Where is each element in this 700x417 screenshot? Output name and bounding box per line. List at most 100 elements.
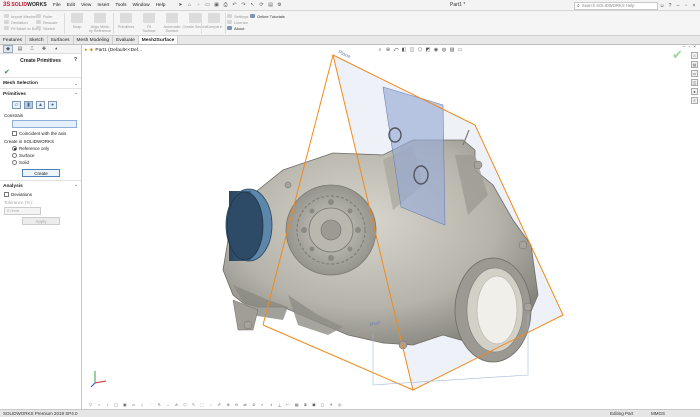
restore-button[interactable]: ▫ xyxy=(682,3,690,9)
minimize-view-icon[interactable]: – xyxy=(683,45,686,50)
lighting-icon[interactable]: ☀ xyxy=(328,402,335,408)
view-orientation-icon[interactable]: ⬡ xyxy=(416,46,424,54)
new-document-icon[interactable]: ▫ xyxy=(194,1,202,9)
appearances-icon[interactable]: ● xyxy=(691,88,698,95)
options-gear-icon[interactable]: ⚙ xyxy=(275,1,283,9)
primitives-command[interactable]: Primitives xyxy=(114,13,138,29)
close-view-icon[interactable]: × xyxy=(693,45,696,50)
invert-selection-icon[interactable]: ⇄ xyxy=(242,402,249,408)
file-properties-icon[interactable]: ▤ xyxy=(266,1,274,9)
solidworks-resources-icon[interactable]: ⌂ xyxy=(691,52,698,59)
lasso-select-icon[interactable]: ◌ xyxy=(207,402,214,408)
dynamic-annotation-icon[interactable]: ◫ xyxy=(408,46,416,54)
section-view-icon[interactable]: ◧ xyxy=(400,46,408,54)
help-icon[interactable]: ? xyxy=(666,3,674,9)
align-mesh-command[interactable]: Align Mesh by Reference xyxy=(88,13,112,33)
show-all-icon[interactable]: ◑ xyxy=(267,402,274,408)
online-tutorials-command[interactable]: Online Tutorials xyxy=(250,13,285,19)
box-select-icon[interactable]: ⬚ xyxy=(199,402,206,408)
solid-radio[interactable]: Solid xyxy=(0,159,81,166)
color-map-icon[interactable]: ▦ xyxy=(293,402,300,408)
primitives-section[interactable]: Primitives ⌃ xyxy=(0,88,81,99)
solidworks-logo[interactable]: 3S SOLIDWORKS xyxy=(0,0,50,11)
wireframe-icon[interactable]: ⧈ xyxy=(302,402,309,408)
view-palette-icon[interactable]: ◫ xyxy=(691,79,698,86)
print-icon[interactable]: ⎙ xyxy=(221,1,229,9)
3d-model-view[interactable]: Plane Mesh xyxy=(83,45,700,409)
home-icon[interactable]: ⌂ xyxy=(185,1,193,9)
previous-view-icon[interactable]: ⤺ xyxy=(392,46,400,54)
property-manager-icon[interactable]: ▤ xyxy=(15,45,25,53)
close-button[interactable]: × xyxy=(690,3,698,9)
tab-features[interactable]: Features xyxy=(0,36,26,44)
hide-selection-icon[interactable]: ◐ xyxy=(259,402,266,408)
undo-icon[interactable]: ↶ xyxy=(230,1,238,9)
minimize-button[interactable]: – xyxy=(674,3,682,9)
plane-filter-icon[interactable]: ▱ xyxy=(130,402,137,408)
apply-scene-icon[interactable]: ▨ xyxy=(448,46,456,54)
camera-icon[interactable]: ◎ xyxy=(336,402,343,408)
zoom-to-fit-icon[interactable]: ⌕ xyxy=(376,46,384,54)
open-folder-icon[interactable]: ▭ xyxy=(203,1,211,9)
cone-primitive-icon[interactable]: ▲ xyxy=(36,101,45,109)
unit-system[interactable]: MMGS xyxy=(651,410,665,417)
tab-surfaces[interactable]: Surfaces xyxy=(48,36,74,44)
confirmation-corner-ok-icon[interactable]: ✔ xyxy=(672,47,683,63)
rebuild-icon[interactable]: ⟳ xyxy=(257,1,265,9)
surface-radio[interactable]: Surface xyxy=(0,152,81,159)
tab-sketch[interactable]: Sketch xyxy=(26,36,48,44)
annotation-filter-icon[interactable]: A xyxy=(173,402,180,408)
graphics-area[interactable]: Plane Mesh ▸ ◈ Part1 (Default<<Def... ⌕ … xyxy=(83,45,700,409)
clear-selection-icon[interactable]: ⊘ xyxy=(250,402,257,408)
pin-icon[interactable]: ➤ xyxy=(176,1,184,9)
mesh-selection-section[interactable]: Mesh Selection ⌄ xyxy=(0,77,81,88)
restore-view-icon[interactable]: ▫ xyxy=(688,45,690,50)
view-settings-icon[interactable]: ▭ xyxy=(456,46,464,54)
feature-tree-flyout[interactable]: ▸ ◈ Part1 (Default<<Def... xyxy=(85,47,142,53)
menu-view[interactable]: View xyxy=(78,0,94,11)
vertex-filter-icon[interactable]: • xyxy=(96,402,103,408)
body-filter-icon[interactable]: ▣ xyxy=(121,402,128,408)
zoom-to-area-icon[interactable]: ⊕ xyxy=(384,46,392,54)
menu-window[interactable]: Window xyxy=(130,0,153,11)
fit-surface-command[interactable]: Fit Surface xyxy=(137,13,161,33)
configuration-manager-icon[interactable]: ⎍ xyxy=(27,45,37,53)
edit-appearance-icon[interactable]: ◍ xyxy=(440,46,448,54)
coincident-checkbox[interactable]: Coincident with the axis xyxy=(0,130,81,137)
menu-tools[interactable]: Tools xyxy=(112,0,129,11)
hide-show-items-icon[interactable]: ◉ xyxy=(432,46,440,54)
snap-command[interactable]: Snap xyxy=(65,13,89,29)
menu-file[interactable]: File xyxy=(50,0,64,11)
face-filter-icon[interactable]: ▢ xyxy=(113,402,120,408)
filter-icon[interactable]: ▽ xyxy=(87,402,94,408)
sketch-command[interactable]: Sketch xyxy=(36,25,57,31)
constrain-selection-field[interactable] xyxy=(12,120,77,128)
custom-properties-icon[interactable]: ≡ xyxy=(691,97,698,104)
display-style-icon[interactable]: ◩ xyxy=(424,46,432,54)
analysis-section[interactable]: Analysis ⌃ xyxy=(0,180,81,191)
menu-insert[interactable]: Insert xyxy=(94,0,112,11)
design-library-icon[interactable]: ▤ xyxy=(691,61,698,68)
save-icon[interactable]: ▣ xyxy=(212,1,220,9)
axis-filter-icon[interactable]: | xyxy=(139,402,146,408)
ruler-tool-icon[interactable]: ⊢ xyxy=(285,402,292,408)
dimension-filter-icon[interactable]: ↔ xyxy=(164,402,171,408)
sphere-primitive-icon[interactable]: ● xyxy=(48,101,57,109)
menu-edit[interactable]: Edit xyxy=(64,0,78,11)
tab-mesh-modeling[interactable]: Mesh Modeling xyxy=(74,36,114,44)
select-arrow-icon[interactable]: ↖ xyxy=(248,1,256,9)
reference-only-radio[interactable]: Reference only xyxy=(0,145,81,152)
redo-icon[interactable]: ↷ xyxy=(239,1,247,9)
dimxpert-icon[interactable]: ✚ xyxy=(39,45,49,53)
point-filter-icon[interactable]: · xyxy=(147,402,154,408)
display-manager-icon[interactable]: ◕ xyxy=(51,45,61,53)
plane-primitive-icon[interactable]: ▱ xyxy=(12,101,21,109)
tab-evaluate[interactable]: Evaluate xyxy=(113,36,139,44)
transparency-icon[interactable]: ◻ xyxy=(319,402,326,408)
select-icon[interactable]: ↖ xyxy=(190,402,197,408)
apply-button[interactable]: Apply xyxy=(22,217,60,225)
user-icon[interactable]: ☺ xyxy=(658,3,666,9)
feature-manager-icon[interactable]: ◆ xyxy=(3,45,13,53)
help-icon[interactable]: ? xyxy=(74,57,77,63)
tab-mesh2surface[interactable]: Mesh2Surface xyxy=(138,36,179,44)
